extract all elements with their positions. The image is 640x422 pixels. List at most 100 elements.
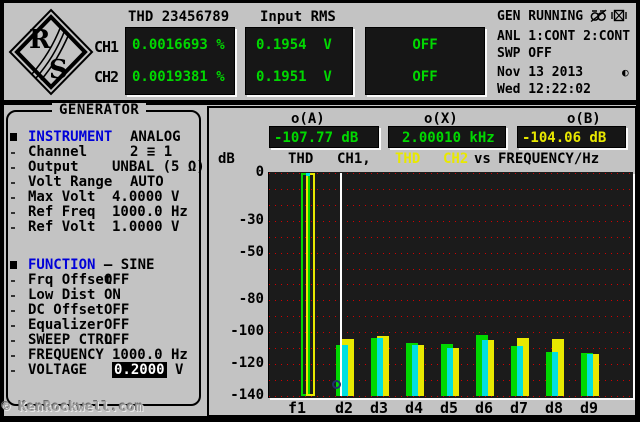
generator-row-value: AUTO — [130, 175, 164, 190]
generator-row-max-volt[interactable]: Max Volt 4.0000 V — [8, 190, 198, 205]
generator-row-value: — SINE — [95, 258, 154, 273]
generator-row-value: 1000.0 Hz — [112, 348, 188, 363]
generator-panel-title: GENERATOR — [52, 103, 146, 118]
generator-row-value[interactable]: 0.2000 V — [112, 363, 183, 378]
bar-overlap-d5 — [447, 348, 453, 396]
y-tick-label--100: -100 — [220, 323, 264, 339]
y-tick-label--140: -140 — [220, 387, 264, 403]
time-display: Wed 12:22:02 — [497, 82, 591, 97]
generator-row-low-dist[interactable]: Low DistON — [8, 288, 198, 303]
item-bullet — [11, 227, 15, 229]
generator-row-label: Max Volt — [28, 190, 95, 205]
cursor-line[interactable] — [340, 173, 342, 396]
swp-status: SWP OFF — [497, 46, 552, 61]
x-tick-label-d3: d3 — [362, 400, 396, 416]
gridline-0db — [269, 173, 633, 174]
aux-ch2-value: OFF — [366, 69, 484, 85]
gridline--100db — [269, 332, 633, 333]
generator-row-voltage[interactable]: VOLTAGE 0.2000 V — [8, 363, 198, 378]
chart-title-thd2: THD — [395, 152, 420, 167]
x-tick-label-d8: d8 — [537, 400, 571, 416]
readout-a-value: -107.77 dB — [274, 130, 358, 146]
gen-status: GEN RUNNING — [497, 9, 583, 24]
readout-x-title: o(X) — [424, 112, 458, 127]
generator-row-label: INSTRUMENT — [28, 130, 112, 145]
item-bullet — [11, 370, 15, 372]
x-tick-label-d9: d9 — [572, 400, 606, 416]
generator-row-value: 4.0000 V — [112, 190, 179, 205]
chart-title-ch2: CH2 — [443, 152, 468, 167]
aux-ch1-value: OFF — [366, 37, 484, 53]
readout-a-title: o(A) — [291, 112, 325, 127]
item-bullet — [11, 310, 15, 312]
gridline--10db — [269, 189, 633, 190]
generator-row-dc-offset[interactable]: DC OffsetOFF — [8, 303, 198, 318]
readout-a-box: -107.77 dB — [269, 126, 379, 148]
x-tick-label-d4: d4 — [397, 400, 431, 416]
generator-row-value: OFF — [104, 333, 129, 348]
generator-row-volt-range[interactable]: Volt RangeAUTO — [8, 175, 198, 190]
generator-row-output[interactable]: OutputUNBAL (5 Ω) — [8, 160, 198, 175]
readout-b-value: -104.06 dB — [522, 130, 606, 146]
date-display: Nov 13 2013 — [497, 65, 583, 80]
gridline--40db — [269, 237, 633, 238]
chart-plot-area — [268, 172, 633, 398]
anl-status: ANL 1:CONT 2:CONT — [497, 29, 630, 44]
item-bullet — [11, 182, 15, 184]
thd-ch2-value: 0.0019381 % — [132, 69, 225, 85]
bar-overlap-d9 — [587, 354, 593, 396]
generator-row-label: Low Dist — [28, 288, 95, 303]
generator-row-label: FUNCTION — [28, 258, 95, 273]
bar-overlap-d4 — [412, 345, 418, 396]
rs-logo: R S — [8, 8, 94, 96]
generator-row-label: Channel — [28, 145, 87, 160]
item-bullet — [11, 212, 15, 214]
cursor-marker[interactable] — [332, 380, 341, 389]
generator-row-function[interactable]: FUNCTION — SINE — [8, 258, 198, 273]
item-bullet — [11, 355, 15, 357]
chart-title-thd1: THD — [288, 152, 313, 167]
generator-row-value: OFF — [104, 303, 129, 318]
item-bullet — [11, 280, 15, 282]
gridline--50db — [269, 253, 633, 254]
generator-row-ref-freq[interactable]: Ref Freq1000.0 Hz — [8, 205, 198, 220]
item-bullet — [11, 295, 15, 297]
x-tick-label-d7: d7 — [502, 400, 536, 416]
gridline--30db — [269, 221, 633, 222]
gridline--140db — [269, 396, 633, 397]
y-tick-label--120: -120 — [220, 355, 264, 371]
bar-overlap-f1 — [306, 173, 310, 176]
generator-row-ref-volt[interactable]: Ref Volt1.0000 V — [8, 220, 198, 235]
gridline--70db — [269, 284, 633, 285]
generator-row-label: SWEEP CTRL — [28, 333, 112, 348]
ch1-label: CH1 — [94, 38, 118, 56]
generator-row-label: VOLTAGE — [28, 363, 87, 378]
chart-title-vs: vs — [474, 152, 491, 167]
aux-readout-box: OFF OFF — [365, 27, 485, 95]
x-tick-label-d6: d6 — [467, 400, 501, 416]
bar-overlap-d3 — [377, 338, 383, 396]
monitor-off-icon — [611, 9, 627, 22]
generator-row-frequency[interactable]: FREQUENCY 1000.0 Hz — [8, 348, 198, 363]
generator-row-frq-offset[interactable]: Frq OffsetOFF — [8, 273, 198, 288]
generator-row-equalizer[interactable]: EqualizerOFF — [8, 318, 198, 333]
editing-value-field[interactable]: 0.2000 — [112, 362, 167, 378]
svg-text:R: R — [29, 25, 51, 55]
generator-row-label: Ref Volt — [28, 220, 95, 235]
generator-row-sweep-ctrl[interactable]: SWEEP CTRLOFF — [8, 333, 198, 348]
readout-x-value: 2.00010 kHz — [402, 130, 495, 146]
rms-ch1-value: 0.1954 V — [256, 37, 332, 53]
generator-row-instrument[interactable]: INSTRUMENTANALOG — [8, 130, 198, 145]
generator-row-label: Frq Offset — [28, 273, 112, 288]
generator-row-channel[interactable]: Channel2 ≡ 1 — [8, 145, 198, 160]
gridline--20db — [269, 205, 633, 206]
gridline--90db — [269, 316, 633, 317]
ch2-label: CH2 — [94, 68, 118, 86]
item-bullet — [11, 325, 15, 327]
y-tick-label-0: 0 — [220, 164, 264, 180]
input-rms-box: 0.1954 V 0.1951 V — [245, 27, 353, 95]
generator-row-label: FREQUENCY — [28, 348, 104, 363]
bar-overlap-d6 — [482, 340, 488, 396]
readout-b-box: -104.06 dB — [517, 126, 626, 148]
item-bullet — [11, 340, 15, 342]
